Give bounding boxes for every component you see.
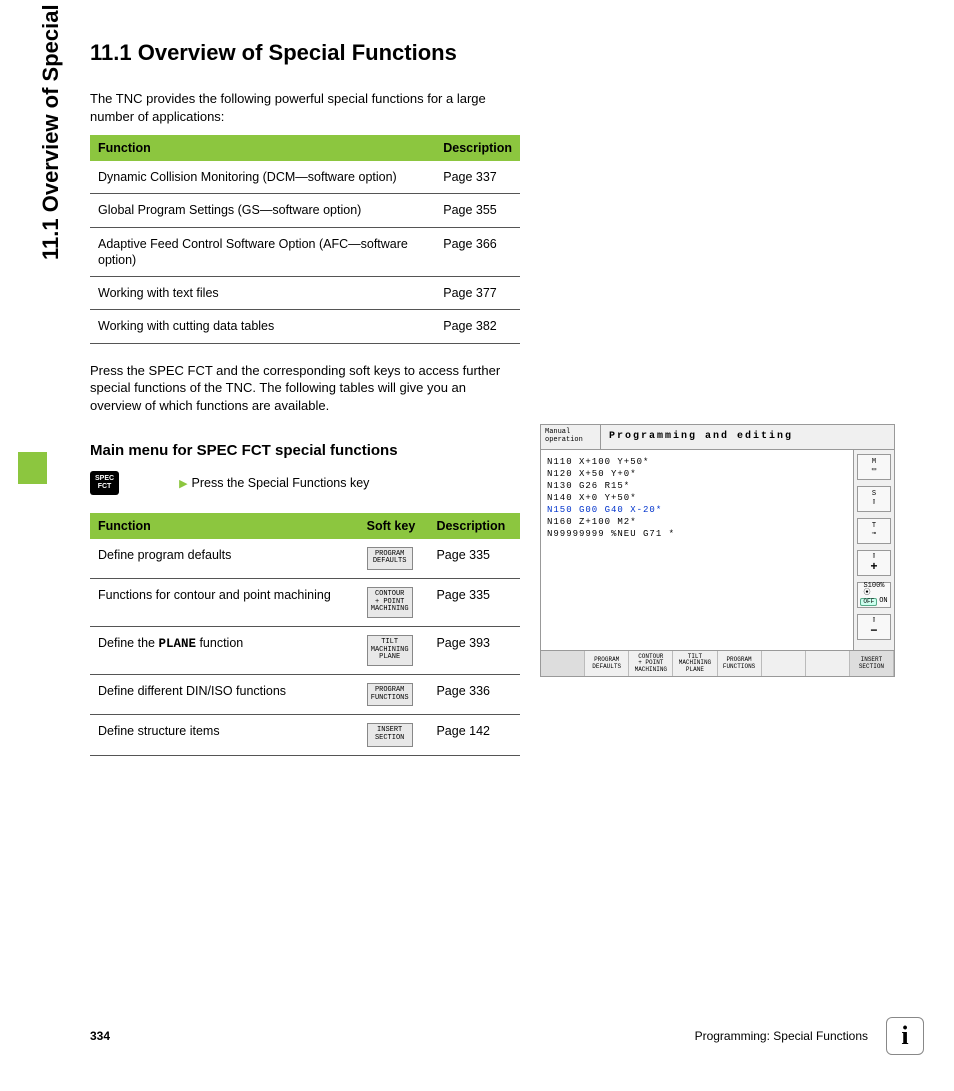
side-button-minus[interactable]: ▯− [857,614,891,640]
th-description: Description [435,135,520,161]
side-button-t[interactable]: T⊸ [857,518,891,544]
functions-table-2: Function Soft key Description Define pro… [90,513,520,756]
screen-mode: Manual operation [541,425,601,448]
screen-softkey-bar: PROGRAM DEFAULTS CONTOUR + POINT MACHINI… [541,650,894,677]
instruction-text: ▶Press the Special Functions key [179,476,369,490]
table-row: Global Program Settings (GS—software opt… [90,194,520,227]
softkey-icon: PROGRAM DEFAULTS [367,547,413,570]
program-listing: N110 X+100 Y+50* N120 X+50 Y+0* N130 G26… [541,450,854,650]
th-function: Function [90,135,435,161]
softkey-2[interactable]: CONTOUR + POINT MACHINING [629,651,673,677]
side-button-override[interactable]: S100% ⦿OFFON [857,582,891,608]
table-row: Define the PLANE function TILT MACHINING… [90,627,520,675]
softkey-5[interactable] [762,651,806,677]
paragraph-2: Press the SPEC FCT and the corresponding… [90,362,520,415]
softkey-nav-left[interactable] [541,651,585,677]
softkey-1[interactable]: PROGRAM DEFAULTS [585,651,629,677]
side-button-m[interactable]: M▭ [857,454,891,480]
info-icon: i [886,1017,924,1055]
intro-paragraph: The TNC provides the following powerful … [90,90,520,125]
softkey-icon: PROGRAM FUNCTIONS [367,683,413,706]
side-accent [18,452,47,484]
table-row: Functions for contour and point machinin… [90,578,520,626]
spec-fct-key-icon: SPECFCT [90,471,119,494]
th-function: Function [90,513,359,539]
chapter-name: Programming: Special Functions [695,1029,868,1043]
side-button-plus[interactable]: ▯+ [857,550,891,576]
functions-table-1: Function Description Dynamic Collision M… [90,135,520,344]
softkey-icon: INSERT SECTION [367,723,413,746]
softkey-6[interactable] [806,651,850,677]
table-row: Adaptive Feed Control Software Option (A… [90,227,520,277]
arrow-icon: ▶ [179,478,187,490]
softkey-7[interactable]: INSERT SECTION [850,651,894,677]
subheading: Main menu for SPEC FCT special functions [90,442,520,459]
softkey-4[interactable]: PROGRAM FUNCTIONS [718,651,762,677]
th-softkey: Soft key [359,513,429,539]
th-description: Description [428,513,520,539]
tnc-screen: Manual operation Programming and editing… [540,424,895,677]
page-number: 334 [90,1029,110,1043]
table-row: Define program defaults PROGRAM DEFAULTS… [90,539,520,579]
softkey-3[interactable]: TILT MACHINING PLANE [673,651,717,677]
softkey-icon: CONTOUR + POINT MACHINING [367,587,413,618]
page-heading: 11.1 Overview of Special Functions [90,40,920,66]
table-row: Define different DIN/ISO functions PROGR… [90,675,520,715]
table-row: Working with cutting data tablesPage 382 [90,310,520,343]
table-row: Define structure items INSERT SECTION Pa… [90,715,520,755]
side-section-title: 11.1 Overview of Special Functions [38,0,64,260]
side-button-s[interactable]: S▯ [857,486,891,512]
softkey-icon: TILT MACHINING PLANE [367,635,413,666]
table-row: Dynamic Collision Monitoring (DCM—softwa… [90,161,520,194]
screen-side-panel: M▭ S▯ T⊸ ▯+ S100% ⦿OFFON ▯− [854,450,894,650]
page-footer: 334 Programming: Special Functions i [90,1017,924,1055]
table-row: Working with text filesPage 377 [90,277,520,310]
screen-title: Programming and editing [601,425,894,448]
